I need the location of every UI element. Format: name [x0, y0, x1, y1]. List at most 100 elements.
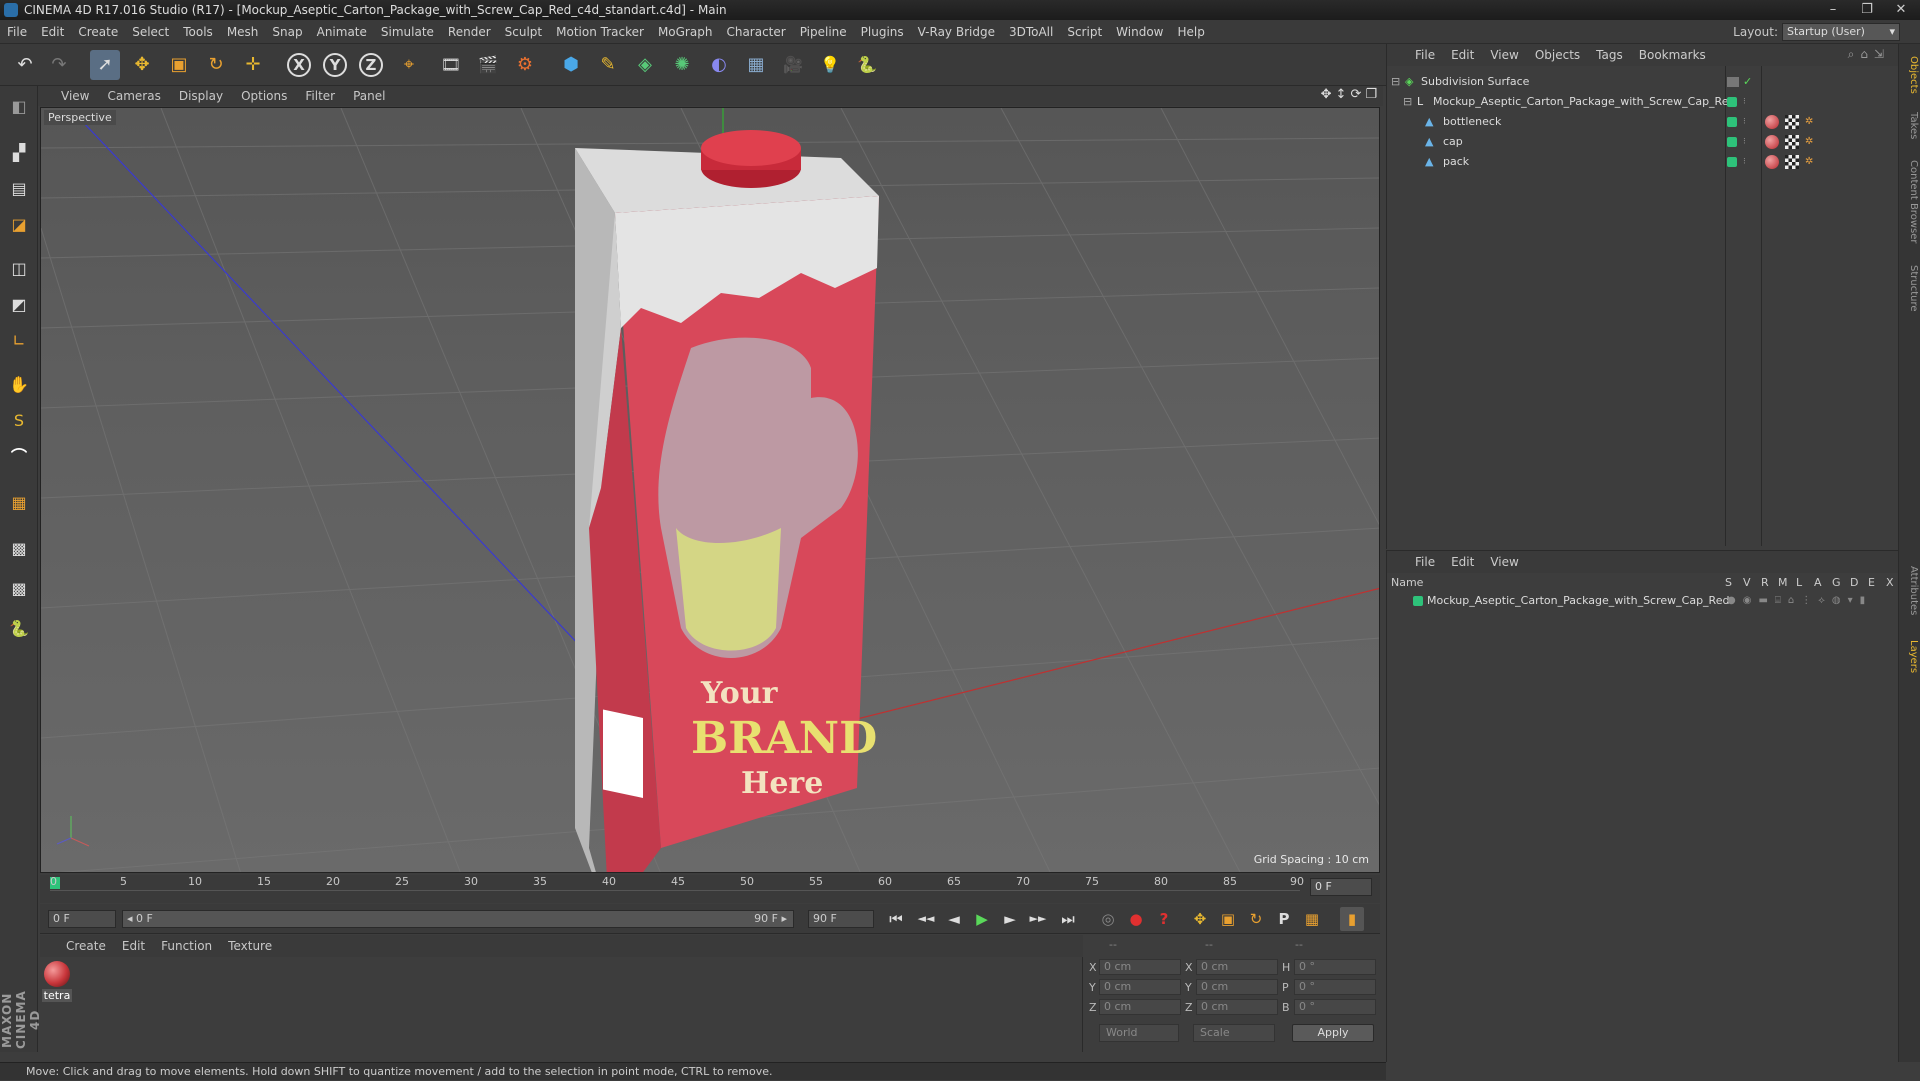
om-menu-tags[interactable]: Tags	[1588, 48, 1631, 62]
planar-workplane-icon[interactable]: ▩	[4, 574, 34, 604]
object-row[interactable]: ▲ cap ⁝ ✲	[1387, 132, 1901, 152]
viewport-menu-cameras[interactable]: Cameras	[98, 89, 169, 103]
texture-mode-icon[interactable]: ▤	[4, 174, 34, 204]
menu-motion-tracker[interactable]: Motion Tracker	[549, 25, 651, 39]
menu-snap[interactable]: Snap	[265, 25, 309, 39]
tab-layers[interactable]: Layers	[1901, 632, 1919, 682]
col-x[interactable]: X	[1886, 575, 1894, 591]
next-key-icon[interactable]: ►►	[1026, 907, 1050, 931]
material-tag-icon[interactable]	[1765, 155, 1779, 169]
timeline[interactable]: 0 5 10 15 20 25 30 35 40 45 50 55 60 65 …	[40, 875, 1380, 903]
col-e[interactable]: E	[1868, 575, 1875, 591]
layer-tag[interactable]	[1727, 97, 1737, 107]
object-row[interactable]: ⊟ ◈ Subdivision Surface ✓	[1387, 72, 1901, 92]
rotate-tool-icon[interactable]: ↻	[201, 50, 231, 80]
col-l[interactable]: L	[1796, 575, 1802, 591]
menu-window[interactable]: Window	[1109, 25, 1170, 39]
polygons-mode-icon[interactable]: ∟	[4, 326, 34, 356]
workplane-icon[interactable]: ◧	[4, 92, 34, 122]
layer-flag-icons[interactable]: ●◉▬⌸⌂⋮⟡◍▾▮	[1727, 591, 1872, 611]
om-menu-view[interactable]: View	[1482, 48, 1526, 62]
key-scale-icon[interactable]: ▣	[1216, 907, 1240, 931]
layer-tag[interactable]	[1727, 137, 1737, 147]
lm-menu-file[interactable]: File	[1407, 555, 1443, 569]
object-row[interactable]: ▲ pack ⁝ ✲	[1387, 152, 1901, 172]
menu-render[interactable]: Render	[441, 25, 498, 39]
autokey-icon[interactable]: ?	[1152, 907, 1176, 931]
uvw-tag-icon[interactable]	[1785, 155, 1799, 169]
menu-vray-bridge[interactable]: V-Ray Bridge	[911, 25, 1002, 39]
select-tool-icon[interactable]: ➚	[90, 50, 120, 80]
rot-b-field[interactable]: 0 °	[1294, 999, 1376, 1015]
key-parameter-icon[interactable]: P	[1272, 907, 1296, 931]
menu-character[interactable]: Character	[719, 25, 792, 39]
render-picture-icon[interactable]: 🎬	[473, 50, 503, 80]
menu-plugins[interactable]: Plugins	[854, 25, 911, 39]
axis-mode-icon[interactable]: ✋	[4, 370, 34, 400]
col-a[interactable]: A	[1814, 575, 1822, 591]
size-z-field[interactable]: 0 cm	[1196, 999, 1278, 1015]
visibility-dots-icon[interactable]: ⁝	[1743, 92, 1746, 112]
cloner-icon[interactable]: ✺	[667, 50, 697, 80]
uvw-tag-icon[interactable]	[1785, 135, 1799, 149]
tab-structure[interactable]: Structure	[1901, 258, 1919, 318]
col-d[interactable]: D	[1850, 575, 1858, 591]
3d-viewport[interactable]: Your BRAND Here Perspective Grid Spacing…	[40, 107, 1380, 873]
size-mode-dropdown[interactable]: Scale	[1193, 1024, 1275, 1042]
key-position-icon[interactable]: ✥	[1188, 907, 1212, 931]
om-menu-file[interactable]: File	[1407, 48, 1443, 62]
layer-tag[interactable]	[1727, 157, 1737, 167]
apply-button[interactable]: Apply	[1292, 1024, 1374, 1042]
viewport-menu-display[interactable]: Display	[170, 89, 232, 103]
menu-create[interactable]: Create	[71, 25, 125, 39]
cube-icon[interactable]: ⬢	[556, 50, 586, 80]
col-r[interactable]: R	[1761, 575, 1769, 591]
menu-mograph[interactable]: MoGraph	[651, 25, 720, 39]
coordinate-system-icon[interactable]: ⌖	[394, 50, 424, 80]
menu-simulate[interactable]: Simulate	[374, 25, 441, 39]
x-axis-lock-icon[interactable]: X	[284, 50, 314, 80]
go-to-end-icon[interactable]: ⏭	[1056, 907, 1080, 931]
material-thumbnail[interactable]	[44, 961, 70, 987]
lm-menu-view[interactable]: View	[1482, 555, 1526, 569]
viewport-menu-filter[interactable]: Filter	[296, 89, 344, 103]
menu-tools[interactable]: Tools	[176, 25, 220, 39]
start-frame-field[interactable]: 0 F	[48, 910, 116, 928]
motion-record-icon[interactable]: ◎	[1096, 907, 1120, 931]
move-tool-icon[interactable]: ✥	[127, 50, 157, 80]
points-mode-icon[interactable]: ◫	[4, 254, 34, 284]
snap-icon[interactable]: ⌒	[4, 442, 34, 472]
y-axis-lock-icon[interactable]: Y	[320, 50, 350, 80]
frame-range-slider[interactable]: ◂ 0 F 90 F ▸	[122, 910, 794, 928]
key-rotation-icon[interactable]: ↻	[1244, 907, 1268, 931]
tab-takes[interactable]: Takes	[1901, 106, 1919, 146]
pen-icon[interactable]: ✎	[593, 50, 623, 80]
python-script-icon[interactable]: 🐍	[4, 614, 34, 644]
col-v[interactable]: V	[1743, 575, 1751, 591]
object-row[interactable]: ⊟ L Mockup_Aseptic_Carton_Package_with_S…	[1387, 92, 1901, 112]
pos-x-field[interactable]: 0 cm	[1099, 959, 1181, 975]
uvw-tag-icon[interactable]	[1785, 115, 1799, 129]
phong-tag-icon[interactable]: ✲	[1805, 155, 1819, 169]
phong-tag-icon[interactable]: ✲	[1805, 135, 1819, 149]
key-pla-icon[interactable]: ▦	[1300, 907, 1324, 931]
close-button[interactable]: ✕	[1884, 0, 1918, 20]
visibility-dots-icon[interactable]: ⁝	[1743, 152, 1746, 172]
camera-icon[interactable]: 🎥	[778, 50, 808, 80]
end-frame-field[interactable]: 90 F	[808, 910, 874, 928]
lm-menu-edit[interactable]: Edit	[1443, 555, 1482, 569]
tweak-mode-icon[interactable]: S	[4, 406, 34, 436]
z-axis-lock-icon[interactable]: Z	[356, 50, 386, 80]
tab-content-browser[interactable]: Content Browser	[1901, 152, 1919, 252]
prev-frame-icon[interactable]: ◄	[942, 907, 966, 931]
last-tool-icon[interactable]: ✛	[238, 50, 268, 80]
edges-mode-icon[interactable]: ◩	[4, 290, 34, 320]
deformer-icon[interactable]: ◐	[704, 50, 734, 80]
menu-file[interactable]: File	[0, 25, 34, 39]
material-tag-icon[interactable]	[1765, 135, 1779, 149]
maximize-button[interactable]: ❐	[1850, 0, 1884, 20]
record-icon[interactable]: ●	[1124, 907, 1148, 931]
material-menu-function[interactable]: Function	[153, 939, 220, 953]
subdivision-icon[interactable]: ◈	[630, 50, 660, 80]
col-m[interactable]: M	[1778, 575, 1788, 591]
